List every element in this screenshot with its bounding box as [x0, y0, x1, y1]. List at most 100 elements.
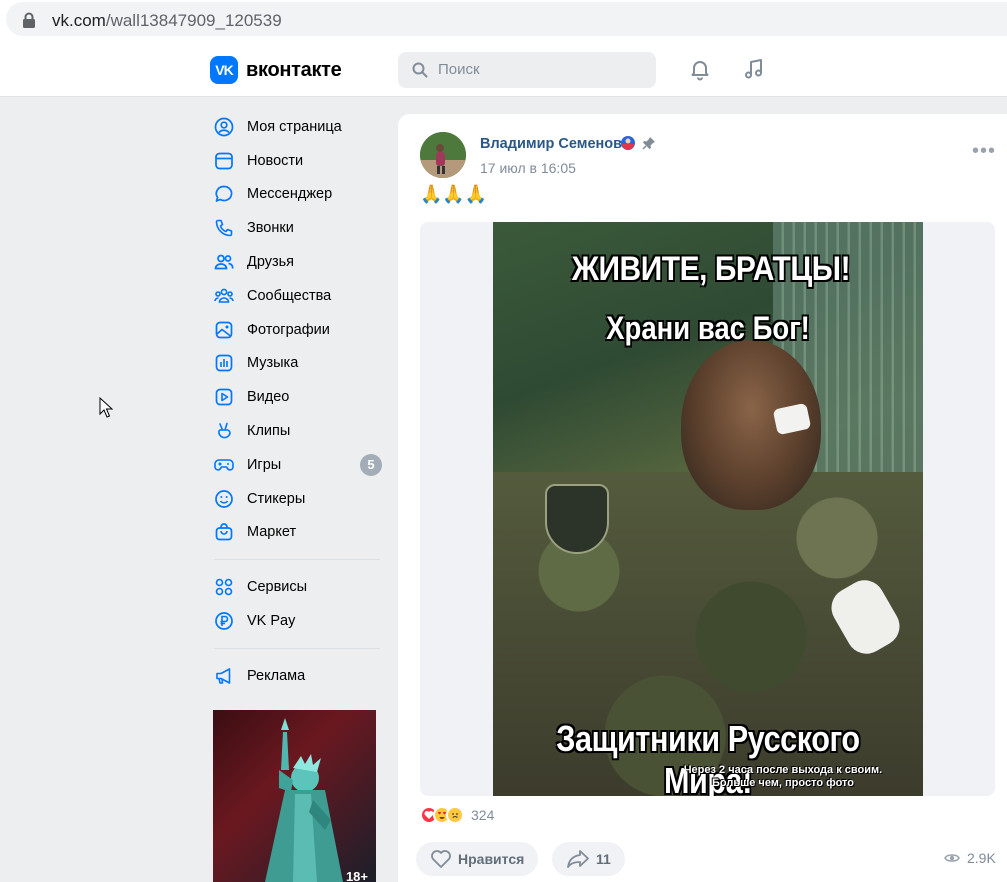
menu-item-messenger[interactable]: Мессенджер: [210, 178, 385, 212]
url-path: /wall13847909_120539: [105, 11, 282, 30]
photo-icon: [215, 321, 233, 339]
share-button[interactable]: 11: [552, 842, 625, 876]
menu-item-services[interactable]: Сервисы: [210, 570, 385, 604]
image-caption-small-line-2: Больше чем, просто фото: [711, 777, 854, 789]
url-text[interactable]: vk.com/wall13847909_120539: [52, 11, 282, 31]
share-count: 11: [596, 851, 611, 867]
gamepad-icon: [214, 459, 234, 471]
menu-label: Звонки: [247, 220, 294, 237]
games-badge: 5: [360, 453, 382, 476]
menu-divider: [214, 559, 380, 561]
menu-item-market[interactable]: Маркет: [210, 516, 385, 550]
bag-icon: [215, 523, 233, 541]
menu-item-ads[interactable]: Реклама: [210, 659, 385, 693]
pin-icon: [642, 137, 655, 150]
views-counter: 2.9K: [944, 850, 996, 866]
vk-logo[interactable]: VK вконтакте: [210, 56, 342, 84]
author-avatar[interactable]: [420, 132, 466, 178]
mouse-cursor-icon: [99, 397, 113, 418]
menu-item-games[interactable]: Игры 5: [210, 448, 385, 482]
profile-badge-icon: [621, 136, 635, 150]
menu-label: Мессенджер: [247, 186, 333, 203]
menu-label: Друзья: [247, 254, 295, 271]
menu-item-calls[interactable]: Звонки: [210, 211, 385, 245]
smile-icon: [215, 489, 233, 508]
menu-label: Реклама: [247, 667, 306, 684]
post-image-container[interactable]: ЖИВИТЕ, БРАТЦЫ! Храни вас Бог! Защитники…: [420, 222, 995, 796]
menu-item-stickers[interactable]: Стикеры: [210, 482, 385, 516]
like-button[interactable]: Нравится: [416, 842, 539, 876]
menu-label: Сервисы: [247, 579, 308, 596]
phone-icon: [215, 219, 233, 237]
image-shoulder-patch: [545, 484, 609, 554]
share-arrow-icon: [567, 850, 589, 868]
post-time[interactable]: 17 июл в 16:05: [480, 160, 576, 176]
menu-item-communities[interactable]: Сообщества: [210, 279, 385, 313]
image-caption-small: Через 2 часа после выхода к своим. Больш…: [663, 764, 903, 790]
clips-icon: [218, 422, 231, 439]
menu-label: Сообщества: [247, 287, 332, 304]
search-icon: [412, 62, 428, 78]
menu-label: Стикеры: [247, 490, 306, 507]
menu-item-photos[interactable]: Фотографии: [210, 313, 385, 347]
url-field[interactable]: vk.com/wall13847909_120539: [6, 2, 1007, 36]
music-icon: [215, 355, 233, 372]
reactions-summary[interactable]: 324: [420, 806, 494, 824]
services-icon: [215, 578, 233, 596]
friends-icon: [214, 254, 234, 270]
post-card: Владимир Семенов 17 июл в 16:05 ••• 🙏🙏🙏 …: [398, 114, 1007, 882]
menu-label: Музыка: [247, 355, 299, 372]
menu-label: Клипы: [247, 423, 291, 440]
avatar-image: [420, 132, 466, 178]
menu-label: Маркет: [247, 524, 297, 541]
url-host: vk.com: [52, 11, 106, 30]
menu-item-news[interactable]: Новости: [210, 144, 385, 178]
ruble-icon: [215, 612, 233, 630]
menu-item-clips[interactable]: Клипы: [210, 414, 385, 448]
menu-item-vk-pay[interactable]: VK Pay: [210, 604, 385, 638]
sad-reaction-icon: [446, 806, 464, 824]
groups-icon: [214, 288, 234, 303]
megaphone-icon: [216, 668, 231, 684]
browser-address-bar: vk.com/wall13847909_120539: [0, 0, 1007, 40]
lock-icon: [23, 12, 35, 28]
search-placeholder: Поиск: [438, 61, 480, 78]
menu-label: Видео: [247, 389, 290, 406]
menu-divider: [214, 647, 380, 649]
eye-icon: [944, 854, 960, 862]
ad-thumbnail[interactable]: 18+: [213, 710, 376, 882]
heart-outline-icon: [431, 850, 451, 868]
vk-header: VK вконтакте Поиск: [0, 40, 1007, 97]
menu-label: Новости: [247, 152, 304, 169]
statue-of-liberty-image: [265, 718, 343, 882]
menu-label: Моя страница: [247, 118, 342, 135]
image-caption-middle: Храни вас Бог!: [606, 310, 810, 346]
search-box[interactable]: Поиск: [398, 52, 656, 88]
news-icon: [215, 152, 233, 170]
bell-icon[interactable]: [688, 57, 712, 81]
views-count: 2.9K: [967, 850, 996, 866]
music-note-icon[interactable]: [742, 57, 766, 81]
menu-label: Игры: [247, 456, 282, 473]
menu-item-friends[interactable]: Друзья: [210, 245, 385, 279]
video-icon: [215, 388, 233, 406]
menu-item-my-page[interactable]: Моя страница: [210, 110, 385, 144]
menu-label: VK Pay: [247, 613, 296, 630]
post-text: 🙏🙏🙏: [420, 184, 488, 204]
user-circle-icon: [214, 117, 234, 137]
image-caption-top: ЖИВИТЕ, БРАТЦЫ!: [571, 250, 851, 288]
vk-logo-text: вконтакте: [246, 58, 342, 81]
menu-item-video[interactable]: Видео: [210, 380, 385, 414]
menu-label: Фотографии: [247, 321, 330, 338]
reactions-count: 324: [471, 807, 495, 823]
message-icon: [215, 186, 233, 203]
like-label: Нравится: [458, 851, 525, 867]
post-image[interactable]: ЖИВИТЕ, БРАТЦЫ! Храни вас Бог! Защитники…: [493, 222, 923, 796]
left-menu: Моя страница Новости Мессенджер Звонки Д…: [210, 110, 385, 693]
image-caption-small-line-1: Через 2 часа после выхода к своим.: [683, 764, 883, 776]
menu-item-music[interactable]: Музыка: [210, 347, 385, 381]
more-options-icon[interactable]: •••: [972, 141, 996, 161]
vk-logo-mark: VK: [210, 56, 238, 84]
post-author[interactable]: Владимир Семенов: [480, 136, 622, 152]
author-badges: [620, 135, 656, 151]
